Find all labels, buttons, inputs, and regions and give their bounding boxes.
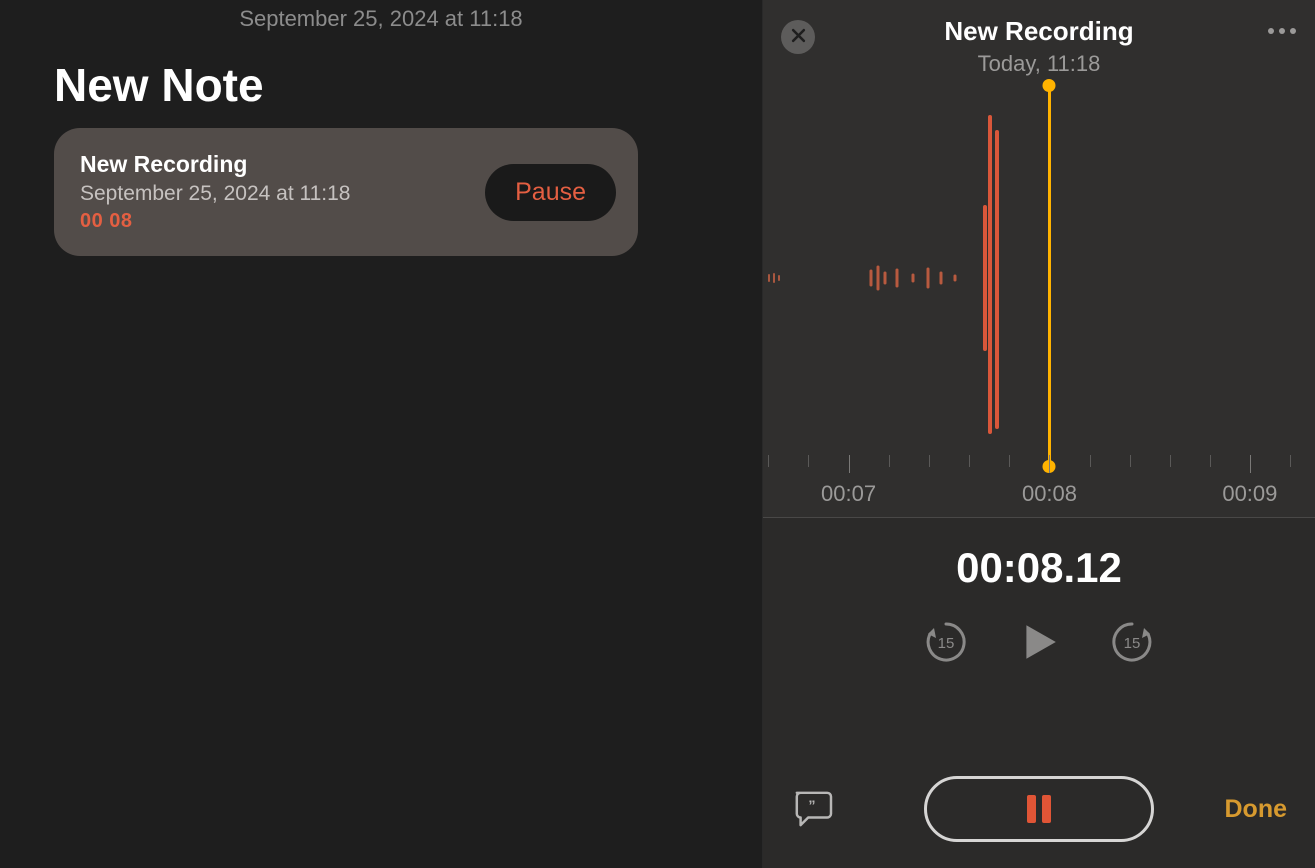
svg-text:”: ” <box>808 797 815 813</box>
skip-back-icon: 15 <box>922 618 970 669</box>
elapsed-time: 00:08.12 <box>956 544 1122 592</box>
timeline-ticks <box>763 455 1315 475</box>
transcript-button[interactable]: ” <box>791 789 833 830</box>
skip-forward-15-button[interactable]: 15 <box>1108 618 1156 669</box>
playhead-indicator[interactable] <box>1048 85 1051 467</box>
timeline-time-label: 00:08 <box>1022 481 1077 507</box>
close-button[interactable] <box>781 20 815 54</box>
done-button[interactable]: Done <box>1225 795 1288 824</box>
timeline-time-label: 00:09 <box>1222 481 1277 507</box>
ellipsis-icon <box>1267 24 1297 39</box>
recording-attachment-card[interactable]: New Recording September 25, 2024 at 11:1… <box>54 128 638 256</box>
note-editor-pane: September 25, 2024 at 11:18 New Note New… <box>0 0 763 868</box>
pause-recording-button[interactable] <box>924 776 1154 842</box>
recording-card-elapsed: 00 08 <box>80 210 350 233</box>
note-title[interactable]: New Note <box>54 58 762 112</box>
waveform-timeline[interactable]: 00:07 00:08 00:09 <box>763 77 1315 517</box>
more-options-button[interactable] <box>1267 24 1297 39</box>
pause-icon <box>1027 795 1036 823</box>
recording-card-date: September 25, 2024 at 11:18 <box>80 182 350 206</box>
speech-bubble-quote-icon: ” <box>791 815 833 830</box>
recording-card-title: New Recording <box>80 151 350 178</box>
timeline-time-label: 00:07 <box>821 481 876 507</box>
recording-card-text: New Recording September 25, 2024 at 11:1… <box>80 151 350 233</box>
pause-button[interactable]: Pause <box>485 164 616 221</box>
playback-controls: 00:08.12 15 <box>763 518 1315 868</box>
skip-forward-icon: 15 <box>1108 618 1156 669</box>
svg-text:15: 15 <box>1124 635 1141 652</box>
waveform-icon <box>763 77 1315 517</box>
play-button[interactable] <box>1018 621 1060 666</box>
voice-recorder-pane: New Recording Today, 11:18 <box>763 0 1315 868</box>
skip-back-15-button[interactable]: 15 <box>922 618 970 669</box>
timeline-labels: 00:07 00:08 00:09 <box>763 481 1315 511</box>
recorder-subtitle: Today, 11:18 <box>841 51 1237 77</box>
svg-text:15: 15 <box>938 635 955 652</box>
close-icon <box>791 28 806 46</box>
recorder-title: New Recording <box>841 16 1237 47</box>
pause-icon <box>1042 795 1051 823</box>
play-icon <box>1018 621 1060 666</box>
note-header-date: September 25, 2024 at 11:18 <box>0 0 762 32</box>
